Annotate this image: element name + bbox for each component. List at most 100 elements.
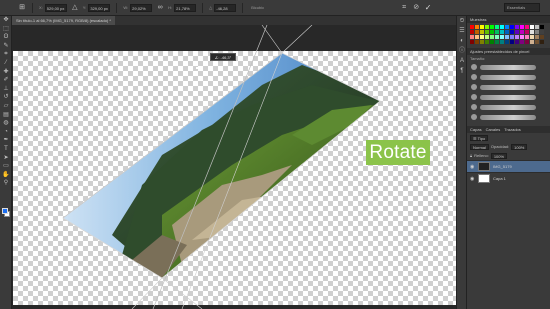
marquee-tool-icon[interactable]: ⬚ — [0, 25, 12, 34]
color-swatch[interactable] — [534, 34, 540, 40]
crop-tool-icon[interactable]: ⌗ — [0, 50, 12, 59]
y-input[interactable]: 329,00 px — [88, 3, 111, 12]
layer-row[interactable]: ◉ IMG_5179 — [467, 160, 550, 173]
brush-preset-item[interactable] — [467, 72, 550, 82]
color-swatch[interactable] — [534, 25, 540, 30]
path-select-tool-icon[interactable]: ➤ — [0, 154, 12, 163]
tab-channels[interactable]: Canales — [486, 126, 501, 133]
color-swatch[interactable] — [479, 34, 485, 40]
w-input[interactable]: 29,02% — [130, 3, 153, 12]
color-swatch[interactable] — [519, 29, 525, 35]
interpolation-select[interactable]: Bicubic — [251, 5, 264, 10]
blend-mode-select[interactable]: Normal — [470, 143, 489, 150]
fill-input[interactable]: 100% — [490, 152, 508, 159]
dodge-tool-icon[interactable]: ◔ — [0, 128, 12, 137]
color-swatch[interactable] — [529, 25, 535, 30]
tab-swatches[interactable]: Muestras — [470, 16, 486, 23]
color-swatch[interactable] — [524, 25, 530, 30]
color-swatch[interactable] — [509, 34, 515, 40]
character-icon[interactable]: A — [457, 56, 467, 66]
color-swatch[interactable] — [484, 34, 490, 40]
brush-preset-item[interactable] — [467, 82, 550, 92]
color-swatch[interactable] — [524, 39, 530, 45]
color-swatch[interactable] — [470, 29, 475, 35]
color-swatch[interactable] — [519, 34, 525, 40]
color-swatch[interactable] — [494, 39, 500, 45]
color-swatch[interactable] — [470, 25, 475, 30]
color-swatch[interactable] — [489, 29, 495, 35]
brush-preset-item[interactable] — [467, 92, 550, 102]
move-tool-icon[interactable]: ✥ — [0, 16, 12, 25]
color-swatch[interactable] — [484, 25, 490, 30]
adjustments-icon[interactable]: ◐ — [457, 36, 467, 46]
document-tab[interactable]: Sin título-1 al 66,7% (IMG_5179, RGB/8) … — [12, 16, 115, 25]
color-swatch[interactable] — [499, 29, 505, 35]
color-swatch[interactable] — [534, 39, 540, 45]
warp-icon[interactable]: ⌗ — [400, 4, 408, 12]
properties-icon[interactable]: ☰ — [457, 26, 467, 36]
lock-icon[interactable]: 🔒︎ — [470, 153, 472, 158]
layer-row[interactable]: ◉ Capa 1 — [467, 172, 550, 184]
stamp-tool-icon[interactable]: ⊥ — [0, 85, 12, 94]
color-swatch[interactable] — [509, 29, 515, 35]
paragraph-icon[interactable]: ¶ — [457, 66, 467, 76]
color-swatch[interactable] — [474, 29, 480, 35]
color-swatch[interactable] — [499, 34, 505, 40]
workspace-select[interactable]: Essentials — [504, 3, 540, 12]
type-tool-icon[interactable]: T — [0, 145, 12, 154]
color-swatch[interactable] — [509, 39, 515, 45]
color-swatch[interactable] — [494, 34, 500, 40]
color-swatch[interactable] — [479, 29, 485, 35]
color-swatch[interactable] — [534, 29, 540, 35]
canvas-area[interactable]: ∠: -46,3° Rotate — [12, 25, 456, 309]
visibility-eye-icon[interactable]: ◉ — [470, 164, 475, 170]
pen-tool-icon[interactable]: ✒ — [0, 136, 12, 145]
color-swatch[interactable] — [470, 39, 475, 45]
commit-transform-icon[interactable]: ✓ — [424, 3, 432, 12]
shape-tool-icon[interactable]: ▭ — [0, 162, 12, 171]
color-swatch[interactable] — [519, 25, 525, 30]
color-swatch[interactable] — [529, 39, 535, 45]
foreground-color-swatch[interactable] — [2, 208, 8, 214]
color-swatch[interactable] — [484, 29, 490, 35]
color-swatch[interactable] — [479, 39, 485, 45]
delta-icon[interactable]: △ — [71, 4, 79, 12]
color-swatch[interactable] — [474, 25, 480, 30]
quick-select-tool-icon[interactable]: ✎ — [0, 42, 12, 51]
blur-tool-icon[interactable]: ◍ — [0, 119, 12, 128]
color-swatch[interactable] — [474, 39, 480, 45]
color-swatch[interactable] — [509, 25, 515, 30]
color-swatch[interactable] — [504, 34, 510, 40]
x-input[interactable]: 529,00 px — [44, 3, 67, 12]
color-swatch[interactable] — [539, 39, 545, 45]
layer-filter-select[interactable]: ☰ Tipo — [470, 134, 489, 141]
color-swatch[interactable] — [489, 25, 495, 30]
color-swatch[interactable] — [514, 39, 520, 45]
info-icon[interactable]: ⓘ — [457, 46, 467, 56]
color-swatch[interactable] — [529, 34, 535, 40]
color-swatch[interactable] — [514, 34, 520, 40]
lasso-tool-icon[interactable]: ʘ — [0, 33, 12, 42]
eraser-tool-icon[interactable]: ▱ — [0, 102, 12, 111]
color-swatch[interactable] — [519, 39, 525, 45]
zoom-tool-icon[interactable]: ⚲ — [0, 179, 12, 188]
opacity-input[interactable]: 100% — [511, 143, 528, 150]
color-swatch[interactable] — [524, 29, 530, 35]
healing-tool-icon[interactable]: ✚ — [0, 68, 12, 77]
visibility-eye-icon[interactable]: ◉ — [470, 176, 475, 182]
brush-preset-item[interactable] — [467, 102, 550, 112]
cancel-transform-icon[interactable]: ⊘ — [412, 4, 420, 12]
gradient-tool-icon[interactable]: ▤ — [0, 111, 12, 120]
color-swatch[interactable] — [539, 29, 545, 35]
color-swatch[interactable] — [539, 34, 545, 40]
history-icon[interactable]: ⏲ — [457, 16, 467, 26]
hand-tool-icon[interactable]: ✋ — [0, 171, 12, 180]
eyedropper-tool-icon[interactable]: ⁄ — [0, 59, 12, 68]
tab-brush-presets[interactable]: Ajustes preestablecidos de pincel — [470, 48, 529, 55]
color-swatch[interactable] — [529, 29, 535, 35]
tab-layers[interactable]: Capas — [470, 126, 482, 133]
brush-preset-item[interactable] — [467, 62, 550, 72]
color-swatch[interactable] — [470, 34, 475, 40]
color-swatch[interactable] — [504, 25, 510, 30]
color-swatch[interactable] — [474, 34, 480, 40]
